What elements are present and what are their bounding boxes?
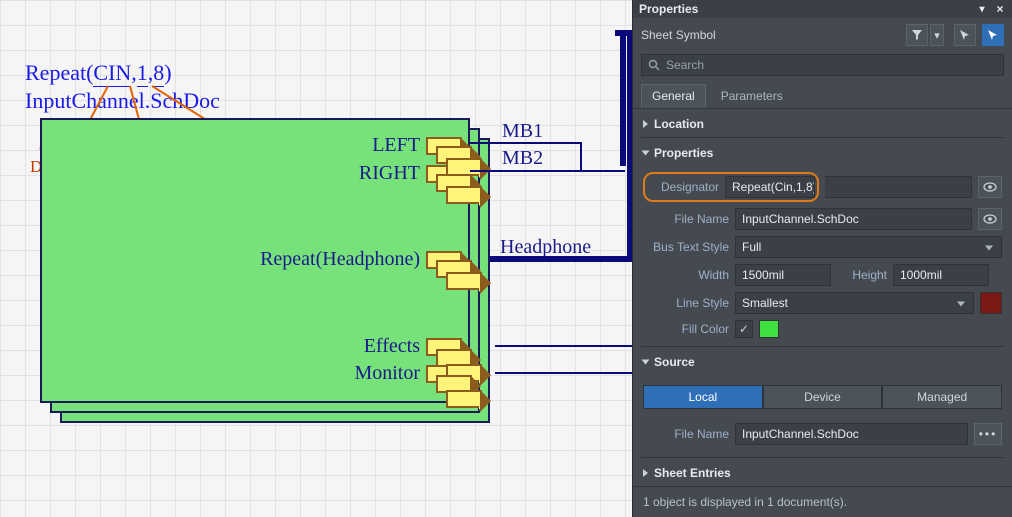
section-source[interactable]: Source (633, 347, 1012, 375)
chevron-right-icon (643, 120, 648, 128)
bus-text-style-label: Bus Text Style (643, 240, 729, 254)
port-headphone[interactable]: Repeat(Headphone) (250, 248, 462, 271)
panel-title: Properties (639, 2, 970, 16)
properties-panel: Properties ▾ × Sheet Symbol ▾ Search Gen… (632, 0, 1012, 517)
source-device-button[interactable]: Device (763, 385, 883, 409)
repeat-designator-text: Repeat(CIN,1,8) (25, 60, 172, 87)
source-filename-input[interactable]: InputChannel.SchDoc (735, 423, 968, 445)
designator-input[interactable]: Repeat(Cin,1,8) (725, 176, 815, 198)
search-icon (648, 59, 660, 71)
line-style-label: Line Style (643, 296, 729, 310)
fill-color-label: Fill Color (643, 322, 729, 336)
section-location[interactable]: Location (633, 109, 1012, 137)
select-mode-icon[interactable] (954, 24, 976, 46)
pin-icon[interactable]: ▾ (976, 4, 988, 15)
filter-dropdown[interactable]: ▾ (930, 24, 944, 46)
tab-parameters[interactable]: Parameters (710, 84, 794, 108)
chevron-down-icon (642, 151, 650, 156)
component-type-label: Sheet Symbol (641, 28, 900, 42)
fill-color-swatch[interactable] (759, 320, 779, 338)
height-label: Height (837, 268, 887, 282)
port-effects[interactable]: Effects (250, 335, 462, 358)
panel-header: Properties ▾ × (633, 0, 1012, 18)
source-managed-button[interactable]: Managed (882, 385, 1002, 409)
filename-label: File Name (643, 212, 729, 226)
visibility-icon[interactable] (978, 208, 1002, 230)
source-local-button[interactable]: Local (643, 385, 763, 409)
schematic-canvas[interactable]: Repeat(CIN,1,8) InputChannel.SchDoc Chan… (0, 0, 632, 517)
net-mb2: MB2 (502, 147, 543, 170)
filter-icon[interactable] (906, 24, 928, 46)
search-input[interactable]: Search (641, 54, 1004, 76)
line-style-select[interactable]: Smallest (735, 292, 974, 314)
select-mode-icon-active[interactable] (982, 24, 1004, 46)
port-monitor[interactable]: Monitor (250, 362, 462, 385)
width-input[interactable]: 1500mil (735, 264, 831, 286)
line-color-swatch[interactable] (980, 292, 1002, 314)
section-properties[interactable]: Properties (633, 138, 1012, 166)
browse-button[interactable]: ••• (974, 423, 1002, 445)
filename-input[interactable]: InputChannel.SchDoc (735, 208, 972, 230)
designator-label: Designator (647, 180, 719, 194)
port-left[interactable]: LEFT (250, 134, 462, 157)
tabs: General Parameters (633, 84, 1012, 109)
chevron-down-icon (642, 360, 650, 365)
bus-text-style-select[interactable]: Full (735, 236, 1002, 258)
visibility-icon[interactable] (978, 176, 1002, 198)
tab-general[interactable]: General (641, 84, 706, 108)
fill-color-checkbox[interactable]: ✓ (735, 320, 753, 338)
net-mb1: MB1 (502, 120, 543, 143)
chevron-right-icon (643, 469, 648, 477)
source-filename-label: File Name (643, 427, 729, 441)
width-label: Width (643, 268, 729, 282)
port-right[interactable]: RIGHT (250, 162, 462, 185)
section-sheet-entries[interactable]: Sheet Entries (633, 458, 1012, 486)
height-input[interactable]: 1000mil (893, 264, 989, 286)
status-footer: 1 object is displayed in 1 document(s). (633, 486, 1012, 517)
close-icon[interactable]: × (994, 2, 1006, 16)
source-segmented-control: Local Device Managed (643, 385, 1002, 409)
